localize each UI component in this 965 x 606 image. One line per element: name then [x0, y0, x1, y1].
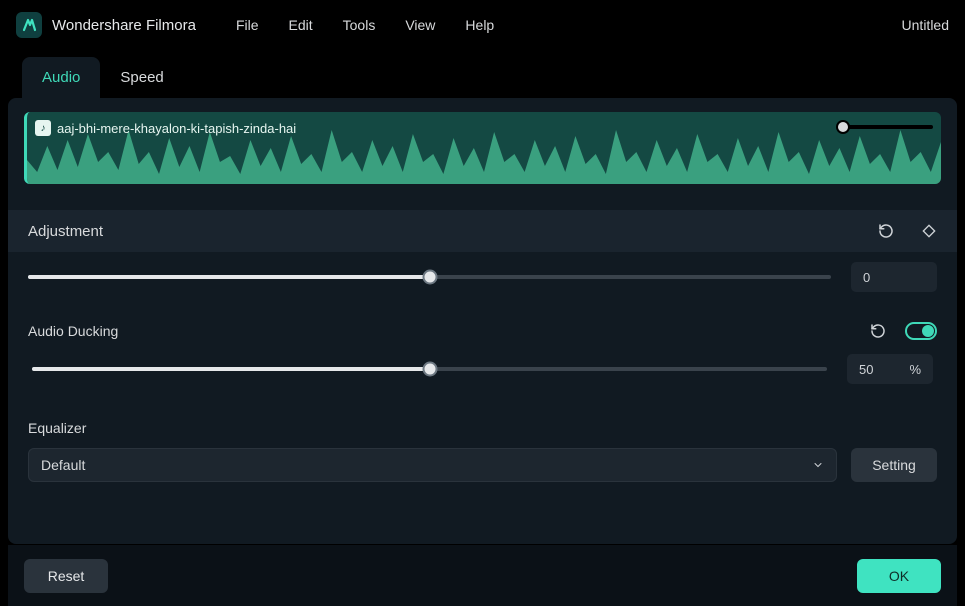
document-title: Untitled: [902, 17, 949, 33]
app-logo: [16, 12, 42, 38]
audio-clip-waveform[interactable]: ♪ aaj-bhi-mere-khayalon-ki-tapish-zinda-…: [24, 112, 941, 184]
equalizer-selected: Default: [41, 457, 85, 473]
menubar: File Edit Tools View Help: [236, 17, 494, 33]
music-note-icon: ♪: [35, 120, 51, 136]
footer: Reset OK: [8, 544, 957, 606]
audio-ducking-toggle[interactable]: [905, 322, 937, 340]
chevron-down-icon: [812, 459, 824, 471]
clip-name: aaj-bhi-mere-khayalon-ki-tapish-zinda-ha…: [57, 121, 296, 136]
ok-button[interactable]: OK: [857, 559, 941, 593]
equalizer-setting-button[interactable]: Setting: [851, 448, 937, 482]
audio-ducking-label: Audio Ducking: [28, 323, 118, 339]
pitch-control-row: 0: [24, 262, 941, 292]
ducking-slider[interactable]: [32, 367, 827, 371]
app-name: Wondershare Filmora: [52, 17, 196, 34]
tab-speed[interactable]: Speed: [100, 57, 183, 98]
ducking-value[interactable]: 50 %: [847, 354, 933, 384]
filmora-icon: [21, 17, 37, 33]
menu-file[interactable]: File: [236, 17, 259, 33]
equalizer-label: Equalizer: [28, 420, 937, 436]
audio-panel: ♪ aaj-bhi-mere-khayalon-ki-tapish-zinda-…: [8, 98, 957, 544]
adjustment-header: Adjustment: [8, 210, 957, 252]
reset-icon[interactable]: [869, 322, 887, 340]
pitch-value[interactable]: 0: [851, 262, 937, 292]
menu-edit[interactable]: Edit: [289, 17, 313, 33]
tab-strip: Audio Speed: [8, 52, 957, 98]
clip-volume-slider[interactable]: [843, 120, 933, 134]
menu-tools[interactable]: Tools: [343, 17, 376, 33]
menu-view[interactable]: View: [405, 17, 435, 33]
keyframe-diamond-icon[interactable]: [921, 223, 937, 239]
titlebar: Wondershare Filmora File Edit Tools View…: [0, 0, 965, 50]
adjustment-title: Adjustment: [28, 223, 103, 240]
equalizer-select[interactable]: Default: [28, 448, 837, 482]
menu-help[interactable]: Help: [465, 17, 494, 33]
pitch-slider[interactable]: [28, 275, 831, 279]
equalizer-section: Equalizer Default Setting: [24, 420, 941, 482]
audio-ducking-section: Audio Ducking 50: [24, 322, 941, 384]
tab-audio[interactable]: Audio: [22, 57, 100, 98]
reset-button[interactable]: Reset: [24, 559, 108, 593]
reset-icon[interactable]: [877, 222, 895, 240]
clip-label: ♪ aaj-bhi-mere-khayalon-ki-tapish-zinda-…: [35, 120, 296, 136]
